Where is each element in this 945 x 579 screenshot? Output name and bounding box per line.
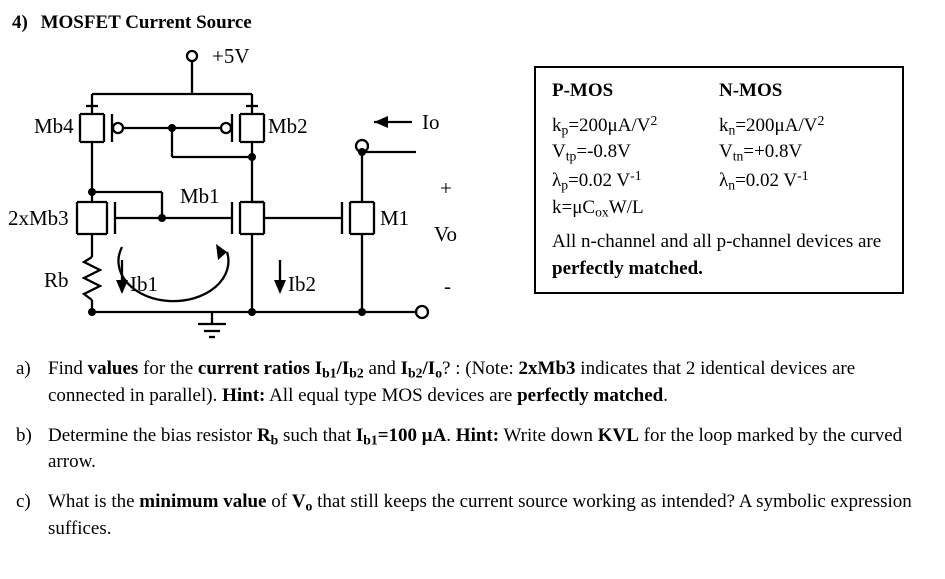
rb-label: Rb: [44, 268, 69, 293]
m1-label: M1: [380, 206, 409, 231]
vo-label: Vo: [434, 222, 457, 247]
q-a-body: Find values for the current ratios Ib1/I…: [48, 356, 945, 409]
q-a-letter: a): [16, 356, 48, 409]
ib1-label: Ib1: [130, 272, 158, 297]
top-row: +5V Mb4 Mb2 Mb1 2xMb3 M1 Rb Ib1 Ib2 Io +…: [12, 42, 945, 342]
q-c-body: What is the minimum value of Vo that sti…: [48, 489, 945, 542]
nmos-head: N-MOS: [719, 78, 886, 105]
problem-title: MOSFET Current Source: [41, 12, 252, 33]
note-bold: perfectly matched.: [552, 258, 703, 279]
parameter-box: P-MOS kp=200μA/V2 Vtp=-0.8V λp=0.02 V-1 …: [534, 66, 904, 294]
q-b-letter: b): [16, 423, 48, 476]
question-b: b) Determine the bias resistor Rb such t…: [16, 423, 945, 476]
kp-line: kp=200μA/V2: [552, 111, 719, 140]
q-b-body: Determine the bias resistor Rb such that…: [48, 423, 945, 476]
vtp-line: Vtp=-0.8V: [552, 139, 719, 166]
ib2-label: Ib2: [288, 272, 316, 297]
header: 4) MOSFET Current Source: [12, 12, 945, 34]
q-c-letter: c): [16, 489, 48, 542]
circuit-diagram: +5V Mb4 Mb2 Mb1 2xMb3 M1 Rb Ib1 Ib2 Io +…: [12, 42, 492, 342]
io-label: Io: [422, 110, 440, 135]
pmos-column: P-MOS kp=200μA/V2 Vtp=-0.8V λp=0.02 V-1 …: [552, 78, 719, 221]
problem-number: 4): [12, 12, 28, 33]
minus-label: -: [444, 274, 451, 299]
kn-line: kn=200μA/V2: [719, 111, 886, 140]
lp-line: λp=0.02 V-1: [552, 166, 719, 195]
kdef-line: k=μCoxW/L: [552, 195, 719, 222]
plus-label: +: [440, 176, 452, 201]
match-note: All n-channel and all p-channel devices …: [552, 229, 886, 282]
note-pre: All n-channel and all p-channel devices …: [552, 231, 881, 252]
schematic-svg: [12, 42, 492, 342]
vdd-label: +5V: [212, 44, 250, 69]
mb3-label: 2xMb3: [8, 206, 69, 231]
mb1-label: Mb1: [180, 184, 220, 209]
ln-line: λn=0.02 V-1: [719, 166, 886, 195]
vtn-line: Vtn=+0.8V: [719, 139, 886, 166]
questions: a) Find values for the current ratios Ib…: [12, 356, 945, 542]
question-a: a) Find values for the current ratios Ib…: [16, 356, 945, 409]
mb4-label: Mb4: [34, 114, 74, 139]
nmos-column: N-MOS kn=200μA/V2 Vtn=+0.8V λn=0.02 V-1: [719, 78, 886, 221]
mb2-label: Mb2: [268, 114, 308, 139]
question-c: c) What is the minimum value of Vo that …: [16, 489, 945, 542]
pmos-head: P-MOS: [552, 78, 719, 105]
